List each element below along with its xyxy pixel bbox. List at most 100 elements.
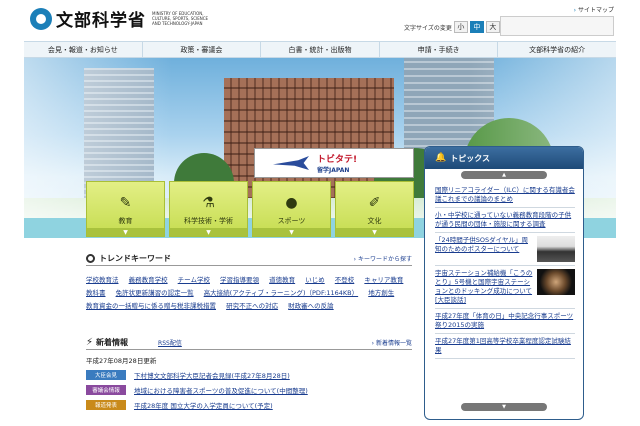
pin-icon	[86, 254, 95, 263]
mext-logo-icon	[30, 7, 52, 30]
banner-main: トビタテ!	[317, 155, 358, 165]
brush-icon: ✐	[368, 194, 381, 211]
topics-header: 🔔 トピックス	[425, 147, 583, 169]
news-link[interactable]: 平成28年度 国立大学の入学定員について(予定)	[134, 400, 273, 410]
category-science-button[interactable]: ⚗ 科学技術・学術 ▼	[169, 181, 248, 237]
topics-list: 国際リニアコライダー（ILC）に関する有識者会議これまでの議論のまとめ 小・中学…	[425, 181, 583, 359]
topic-item[interactable]: 宇宙ステーション補給機「こうのとり」5号機と国際宇宙ステーションとのドッキング成…	[435, 266, 575, 309]
category-culture-button[interactable]: ✐ 文化 ▼	[335, 181, 414, 237]
category-label: 文化	[367, 216, 382, 225]
logo-text: 文部科学省	[56, 11, 146, 31]
font-size-switcher: 文字サイズの変更 小 中 大	[404, 21, 500, 33]
topics-scroll-up[interactable]: ▲	[425, 169, 583, 181]
keyword-link[interactable]: キャリア教育	[364, 274, 403, 287]
news-badge: 報道発表	[86, 399, 126, 410]
news-item: 大臣会見 下村博文文部科学大臣記者会見録(平成27年8月28日)	[86, 368, 412, 381]
banner-sub: 留学JAPAN	[317, 167, 350, 174]
category-education-button[interactable]: ✎ 教育 ▼	[86, 181, 165, 237]
font-size-medium-button[interactable]: 中	[469, 21, 484, 33]
keyword-link[interactable]: 学習指導要領	[220, 274, 259, 287]
font-size-large-button[interactable]: 大	[485, 21, 500, 33]
trend-more-link[interactable]: キーワードから探す	[354, 254, 412, 263]
trend-header: トレンドキーワード キーワードから探す	[86, 252, 412, 266]
category-sports-button[interactable]: ● スポーツ ▼	[252, 181, 331, 237]
keyword-link[interactable]: 義務教育学校	[129, 274, 168, 287]
news-title: 新着情報	[96, 338, 129, 347]
keyword-link[interactable]: チーム学校	[178, 274, 210, 287]
news-badge: 審議会情報	[86, 384, 126, 395]
topics-panel: 🔔 トピックス ▲ 国際リニアコライダー（ILC）に関する有識者会議これまでの議…	[424, 146, 584, 420]
keyword-link[interactable]: 教科書	[86, 287, 106, 300]
keyword-list: 学校教育法 義務教育学校 チーム学校 学習指導要領 道徳教育 いじめ 不登校 キ…	[86, 266, 412, 313]
lightning-icon: ⚡	[86, 337, 94, 348]
topic-item[interactable]: 小・中学校に通っていない義務教育段階の子供が通う民間の団体・施設に関する調査	[435, 208, 575, 233]
nav-policy[interactable]: 政策・審議会	[143, 42, 262, 57]
news-link[interactable]: 地域における障害者スポーツの普及促進について(中間整理)	[134, 385, 308, 395]
topic-link[interactable]: 小・中学校に通っていない義務教育段階の子供が通う民間の団体・施設に関する調査	[435, 211, 575, 229]
font-size-small-button[interactable]: 小	[453, 21, 468, 33]
keyword-link[interactable]: 免許状更新講習の認定一覧	[116, 287, 194, 300]
runner-icon: ●	[285, 194, 298, 211]
topic-item[interactable]: 国際リニアコライダー（ILC）に関する有識者会議これまでの議論のまとめ	[435, 183, 575, 208]
news-item: 審議会情報 地域における障害者スポーツの普及促進について(中間整理)	[86, 383, 412, 396]
rss-link[interactable]: RSS配信	[158, 338, 182, 347]
topic-link[interactable]: 平成27年度「体育の日」中央記念行事スポーツ祭り2015の実施	[435, 312, 575, 330]
banner-text: トビタテ! 留学JAPAN	[317, 152, 357, 174]
topic-thumbnail[interactable]	[537, 236, 575, 262]
news-link[interactable]: 下村博文文部科学大臣記者会見録(平成27年8月28日)	[134, 370, 290, 380]
site-logo[interactable]: 文部科学省 MINISTRY OF EDUCATION, CULTURE, SP…	[30, 6, 218, 31]
topic-item[interactable]: 「24時間子供SOSダイヤル」周知のためのポスターについて	[435, 233, 575, 266]
keyword-link[interactable]: 教育資金の一括贈与に係る贈与税非課税措置	[86, 300, 216, 313]
keyword-link[interactable]: いじめ	[305, 274, 325, 287]
topic-item[interactable]: 平成27年度第1回高等学校卒業程度認定試験結果	[435, 334, 575, 359]
nav-press[interactable]: 会見・報道・お知らせ	[24, 42, 143, 57]
nav-application[interactable]: 申請・手続き	[380, 42, 499, 57]
keyword-link[interactable]: 道徳教育	[269, 274, 295, 287]
news-date: 平成27年08月28日更新	[86, 357, 157, 365]
topic-thumbnail[interactable]	[537, 269, 575, 295]
font-size-label: 文字サイズの変更	[404, 24, 452, 32]
keyword-link[interactable]: 研究不正への対応	[226, 300, 278, 313]
keyword-link[interactable]: 学校教育法	[86, 274, 119, 287]
search-input[interactable]	[500, 16, 614, 36]
topic-item[interactable]: 平成27年度「体育の日」中央記念行事スポーツ祭り2015の実施	[435, 309, 575, 334]
news-item: 報道発表 平成28年度 国立大学の入学定員について(予定)	[86, 398, 412, 411]
topics-title: トピックス	[450, 153, 490, 163]
topic-link[interactable]: 平成27年度第1回高等学校卒業程度認定試験結果	[435, 337, 575, 355]
global-nav: 会見・報道・お知らせ 政策・審議会 白書・統計・出版物 申請・手続き 文部科学省…	[24, 41, 616, 58]
keyword-link[interactable]: 財政審への反論	[288, 300, 334, 313]
header: 文部科学省 MINISTRY OF EDUCATION, CULTURE, SP…	[0, 0, 640, 40]
keyword-link[interactable]: 不登校	[335, 274, 355, 287]
bell-icon: 🔔	[435, 153, 447, 163]
chevron-down-icon: ▼	[461, 403, 547, 411]
nav-whitepaper[interactable]: 白書・統計・出版物	[261, 42, 380, 57]
news-header: ⚡ 新着情報 RSS配信 新着情報一覧	[86, 336, 412, 350]
category-label: 科学技術・学術	[184, 216, 233, 225]
topics-scroll-down[interactable]: ▼	[425, 401, 583, 413]
keyword-link[interactable]: 地方創生	[368, 287, 394, 300]
keyword-link[interactable]: 高大接続(アクティブ・ラーニング)（PDF:1164KB）	[204, 287, 358, 300]
flask-icon: ⚗	[202, 194, 215, 211]
category-buttons: ✎ 教育 ▼ ⚗ 科学技術・学術 ▼ ● スポーツ ▼ ✐ 文化 ▼	[86, 181, 414, 237]
logo-subtitle: MINISTRY OF EDUCATION, CULTURE, SPORTS, …	[152, 11, 209, 26]
topic-link[interactable]: 「24時間子供SOSダイヤル」周知のためのポスターについて	[435, 236, 533, 262]
chevron-down-icon: ▼	[87, 228, 164, 236]
chevron-down-icon: ▼	[170, 228, 247, 236]
topic-link[interactable]: 宇宙ステーション補給機「こうのとり」5号機と国際宇宙ステーションとのドッキング成…	[435, 269, 533, 305]
topic-link[interactable]: 国際リニアコライダー（ILC）に関する有識者会議これまでの議論のまとめ	[435, 186, 575, 204]
category-label: 教育	[118, 216, 133, 225]
news-badge: 大臣会見	[86, 369, 126, 380]
trend-keywords-section: トレンドキーワード キーワードから探す 学校教育法 義務教育学校 チーム学校 学…	[86, 252, 412, 336]
news-section: ⚡ 新着情報 RSS配信 新着情報一覧 平成27年08月28日更新 大臣会見 下…	[86, 336, 412, 422]
trend-title-text: トレンドキーワード	[99, 254, 171, 263]
chevron-down-icon: ▼	[253, 228, 330, 236]
category-label: スポーツ	[277, 216, 306, 225]
nav-about[interactable]: 文部科学省の紹介	[498, 42, 616, 57]
chevron-up-icon: ▲	[461, 171, 547, 179]
news-more-link[interactable]: 新着情報一覧	[372, 338, 412, 347]
tobitate-banner[interactable]: トビタテ! 留学JAPAN	[254, 148, 414, 178]
chevron-down-icon: ▼	[336, 228, 413, 236]
sitemap-link[interactable]: サイトマップ	[574, 5, 614, 14]
pencil-icon: ✎	[119, 194, 132, 211]
plane-icon	[273, 156, 309, 170]
